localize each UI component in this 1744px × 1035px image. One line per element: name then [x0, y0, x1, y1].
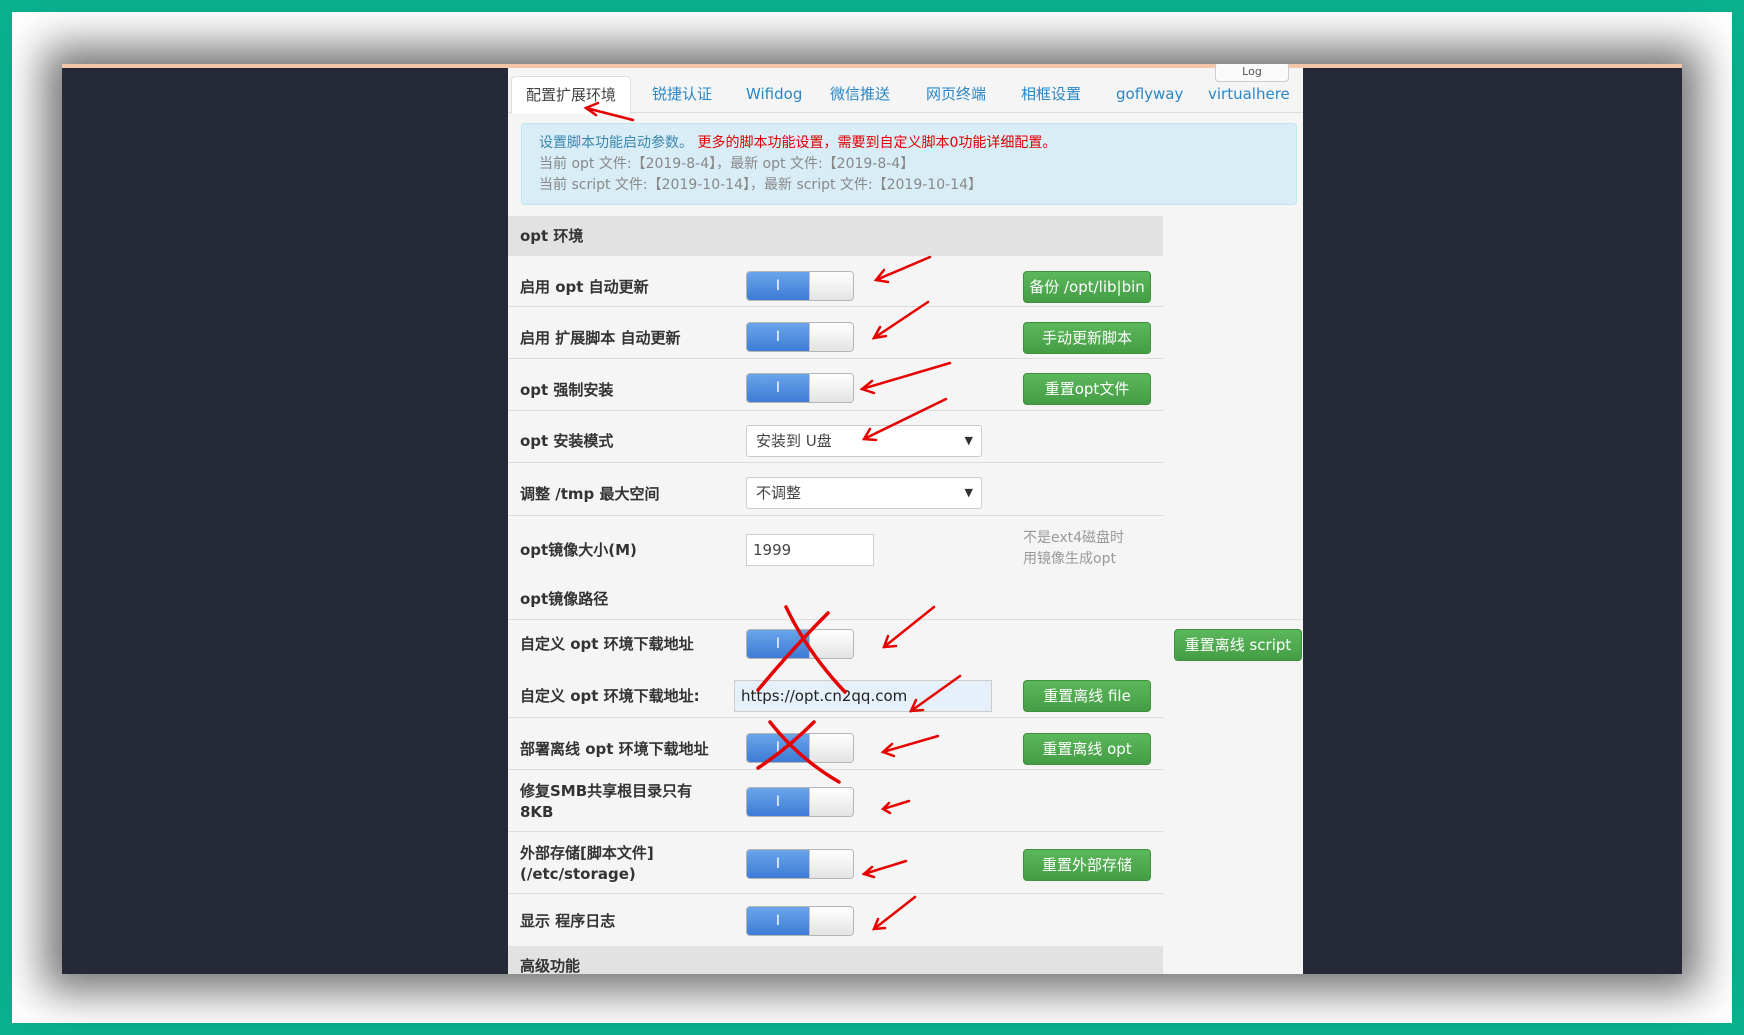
chevron-down-icon: ▼: [964, 434, 973, 447]
arrow-icon: [880, 734, 940, 758]
row-divider: [508, 619, 1303, 620]
tab-ruijie-auth[interactable]: 锐捷认证: [652, 76, 712, 112]
opt-install-mode-select[interactable]: 安装到 U盘 ▼: [746, 425, 982, 457]
tab-opt-env[interactable]: 配置扩展环境: [511, 76, 632, 114]
label-opt-force-install: opt 强制安装: [520, 381, 614, 399]
tmp-space-value: 不调整: [756, 484, 802, 502]
toggle-on-label: I: [747, 850, 809, 878]
toggle-knob: [809, 788, 853, 816]
chevron-down-icon: ▼: [964, 486, 973, 499]
opt-auto-update-toggle[interactable]: I: [746, 271, 854, 301]
info-box: 设置脚本功能启动参数。 更多的脚本功能设置，需要到自定义脚本0功能详细配置。 当…: [521, 123, 1297, 205]
deploy-offline-opt-toggle[interactable]: I: [746, 733, 854, 763]
toggle-on-label: I: [747, 788, 809, 816]
custom-opt-url-toggle[interactable]: I: [746, 629, 854, 659]
toggle-knob: [809, 734, 853, 762]
manual-update-script-button[interactable]: 手动更新脚本: [1023, 322, 1151, 354]
toggle-on-label: I: [747, 374, 809, 402]
tab-photo-frame[interactable]: 相框设置: [1021, 76, 1081, 112]
tab-wechat-push[interactable]: 微信推送: [830, 76, 890, 112]
tmp-max-space-select[interactable]: 不调整 ▼: [746, 477, 982, 509]
reset-offline-script-button[interactable]: 重置离线 script: [1174, 629, 1302, 661]
log-button[interactable]: Log: [1215, 64, 1289, 82]
label-fix-smb-line1: 修复SMB共享根目录只有: [520, 782, 693, 800]
reset-offline-file-button[interactable]: 重置离线 file: [1023, 680, 1151, 712]
label-opt-image-path: opt镜像路径: [520, 590, 609, 608]
label-script-auto-update: 启用 扩展脚本 自动更新: [520, 329, 681, 347]
toggle-on-label: I: [747, 323, 809, 351]
fix-smb-toggle[interactable]: I: [746, 787, 854, 817]
row-divider: [508, 410, 1163, 411]
tab-wifidog[interactable]: Wifidog: [746, 76, 802, 112]
reset-opt-files-button[interactable]: 重置opt文件: [1023, 373, 1151, 405]
row-divider: [508, 358, 1163, 359]
label-tmp-max-space: 调整 /tmp 最大空间: [520, 485, 660, 503]
label-custom-opt-url-field: 自定义 opt 环境下载地址:: [520, 687, 700, 705]
label-fix-smb-line2: 8KB: [520, 803, 554, 821]
row-divider: [508, 831, 1163, 832]
arrow-icon: [882, 605, 936, 649]
info-text: 设置脚本功能启动参数。: [539, 135, 693, 151]
custom-opt-url-input[interactable]: https://opt.cn2qq.com: [734, 680, 992, 712]
show-program-log-toggle[interactable]: I: [746, 906, 854, 936]
toggle-on-label: I: [747, 734, 809, 762]
install-mode-value: 安装到 U盘: [756, 432, 832, 450]
image-note-line1: 不是ext4磁盘时: [1023, 530, 1125, 546]
reset-offline-opt-button[interactable]: 重置离线 opt: [1023, 733, 1151, 765]
row-divider: [508, 515, 1163, 516]
toggle-on-label: I: [747, 630, 809, 658]
settings-panel: 配置扩展环境 锐捷认证 Wifidog 微信推送 网页终端 相框设置 gofly…: [508, 64, 1303, 974]
label-opt-auto-update: 启用 opt 自动更新: [520, 278, 649, 296]
arrow-icon: [872, 895, 917, 931]
info-warning-text: 更多的脚本功能设置，需要到自定义脚本0功能详细配置。: [697, 135, 1057, 151]
label-custom-opt-url-toggle: 自定义 opt 环境下载地址: [520, 635, 694, 653]
label-opt-image-size: opt镜像大小(M): [520, 541, 637, 559]
label-external-storage: 外部存储[脚本文件] (/etc/storage): [520, 843, 720, 885]
toggle-knob: [809, 272, 853, 300]
row-divider: [508, 717, 1163, 718]
toggle-knob: [809, 374, 853, 402]
toggle-knob: [809, 907, 853, 935]
tab-goflyway[interactable]: goflyway: [1116, 76, 1183, 112]
label-external-storage-line1: 外部存储[脚本文件]: [520, 844, 654, 862]
section-header-advanced: 高级功能: [508, 946, 1163, 974]
label-external-storage-line2: (/etc/storage): [520, 865, 636, 883]
arrow-icon: [873, 255, 932, 284]
toggle-on-label: I: [747, 272, 809, 300]
toggle-on-label: I: [747, 907, 809, 935]
toggle-knob: [809, 630, 853, 658]
screenshot-area: 配置扩展环境 锐捷认证 Wifidog 微信推送 网页终端 相框设置 gofly…: [62, 64, 1682, 974]
arrow-icon: [859, 361, 952, 395]
reset-external-storage-button[interactable]: 重置外部存储: [1023, 849, 1151, 881]
opt-file-version: 当前 opt 文件:【2019-8-4】，最新 opt 文件:【2019-8-4…: [539, 156, 915, 172]
backup-opt-button[interactable]: 备份 /opt/lib|bin: [1023, 271, 1151, 303]
section-header-opt: opt 环境: [508, 216, 1163, 256]
arrow-icon: [871, 300, 930, 340]
toggle-knob: [809, 323, 853, 351]
label-show-program-log: 显示 程序日志: [520, 912, 616, 930]
script-file-version: 当前 script 文件:【2019-10-14】，最新 script 文件:【…: [539, 177, 982, 193]
label-opt-install-mode: opt 安装模式: [520, 432, 614, 450]
script-auto-update-toggle[interactable]: I: [746, 322, 854, 352]
row-divider: [508, 769, 1163, 770]
tab-web-terminal[interactable]: 网页终端: [926, 76, 986, 112]
toggle-knob: [809, 850, 853, 878]
tab-bar: 配置扩展环境 锐捷认证 Wifidog 微信推送 网页终端 相框设置 gofly…: [508, 64, 1303, 114]
row-divider: [508, 462, 1163, 463]
label-fix-smb: 修复SMB共享根目录只有 8KB: [520, 781, 720, 823]
label-deploy-offline-opt: 部署离线 opt 环境下载地址: [520, 740, 709, 758]
arrow-icon: [861, 859, 908, 879]
image-note-line2: 用镜像生成opt: [1023, 551, 1116, 567]
row-divider: [508, 893, 1163, 894]
opt-force-install-toggle[interactable]: I: [746, 373, 854, 403]
image-note: 不是ext4磁盘时 用镜像生成opt: [1023, 528, 1143, 570]
row-divider: [508, 306, 1163, 307]
external-storage-toggle[interactable]: I: [746, 849, 854, 879]
arrow-icon: [880, 799, 911, 815]
opt-image-size-input[interactable]: 1999: [746, 534, 874, 566]
